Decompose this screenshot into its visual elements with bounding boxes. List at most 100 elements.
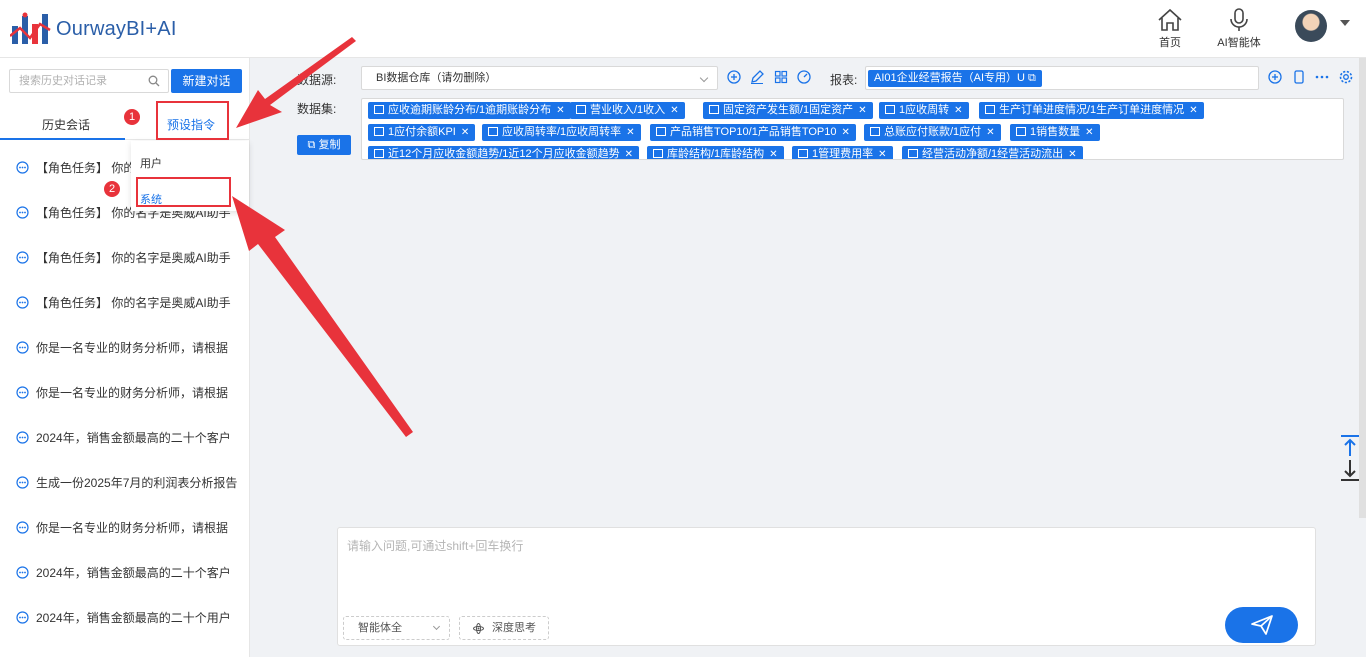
logo[interactable]: OurwayBI+AI [9, 12, 177, 46]
dataset-tag[interactable]: 营业收入/1收入 ✕ [570, 102, 685, 119]
list-item[interactable]: 你是一名专业的财务分析师，请根据 [16, 382, 242, 402]
avatar[interactable] [1295, 10, 1327, 42]
new-chat-button[interactable]: 新建对话 [171, 69, 242, 93]
add-circle-icon[interactable] [1268, 70, 1282, 84]
close-icon[interactable]: ✕ [670, 105, 678, 116]
agent-select[interactable]: 智能体全 [343, 616, 450, 640]
kpi-icon [576, 105, 586, 114]
microphone-icon [1230, 8, 1248, 31]
list-item[interactable]: 你是一名专业的财务分析师，请根据 [16, 517, 242, 537]
send-button[interactable] [1225, 607, 1298, 643]
report-tag[interactable]: AI01企业经营报告（AI专用）U ⧉ [868, 70, 1042, 87]
dataset-tag-text: 总账应付账款/1应付 [884, 126, 982, 138]
list-item[interactable]: 2024年，销售金额最高的二十个用户 [16, 607, 242, 627]
report-label: 报表: [830, 73, 858, 87]
close-icon[interactable]: ✕ [461, 127, 469, 138]
close-icon[interactable]: ✕ [986, 127, 994, 138]
close-icon[interactable]: ✕ [878, 149, 886, 159]
dataset-tag[interactable]: 近12个月应收金额趋势/1近12个月应收金额趋势 ✕ [368, 146, 640, 160]
dataset-tag[interactable]: 应收逾期账龄分布/1逾期账龄分布 ✕ [368, 102, 571, 119]
report-select[interactable]: AI01企业经营报告（AI专用）U ⧉ [865, 66, 1259, 90]
datasource-value: BI数据仓库（请勿删除） [376, 72, 497, 84]
page-scrollbar[interactable] [1359, 58, 1366, 518]
nav-home[interactable]: 首页 [1140, 8, 1200, 50]
logo-icon [9, 12, 52, 46]
close-icon[interactable]: ✕ [1189, 105, 1197, 116]
dataset-tag[interactable]: 总账应付账款/1应付 ✕ [864, 124, 1001, 141]
close-icon[interactable]: ✕ [626, 127, 634, 138]
send-icon [1251, 615, 1273, 635]
close-icon[interactable]: ✕ [1085, 127, 1093, 138]
dataset-tag-text: 库龄结构/1库龄结构 [667, 148, 765, 160]
dataset-tag[interactable]: 1应付余额KPI ✕ [368, 124, 476, 141]
dataset-tag[interactable]: 固定资产发生额/1固定资产 ✕ [703, 102, 873, 119]
dataset-tag-text: 1应收周转 [899, 104, 950, 116]
close-icon[interactable]: ✕ [625, 149, 633, 159]
chat-bubble-icon [16, 250, 29, 264]
more-icon[interactable] [1314, 70, 1330, 84]
search-input[interactable] [10, 70, 140, 92]
kpi-icon [1016, 127, 1026, 136]
close-icon[interactable]: ✕ [769, 149, 777, 159]
close-icon[interactable]: ✕ [556, 105, 564, 116]
kpi-icon [908, 149, 918, 158]
sidebar: 新建对话 历史会话 预设指令 用户 系统 【角色任务】 你的名字是奥威AI助手 … [0, 58, 250, 657]
gauge-icon[interactable] [797, 70, 811, 84]
dataset-tag[interactable]: 应收周转率/1应收周转率 ✕ [482, 124, 641, 141]
list-item[interactable]: 2024年，销售金额最高的二十个客户 [16, 562, 242, 582]
dataset-tag[interactable]: 经营活动净额/1经营活动流出 ✕ [902, 146, 1083, 159]
dataset-tag[interactable]: 1销售数量 ✕ [1010, 124, 1100, 141]
card-icon [709, 105, 719, 114]
mobile-icon[interactable] [1293, 70, 1305, 84]
history-text: 【角色任务】 你的名字是奥威AI助手 [36, 295, 231, 310]
dataset-tag[interactable]: 1应收周转 ✕ [879, 102, 969, 119]
deep-think-button[interactable]: 深度思考 [459, 616, 549, 640]
list-item[interactable]: 2024年，销售金额最高的二十个客户 [16, 427, 242, 447]
dataset-tag-text: 生产订单进度情况/1生产订单进度情况 [999, 104, 1185, 116]
annotation-box-preset [156, 101, 229, 140]
dataset-tag[interactable]: 产品销售TOP10/1产品销售TOP10 ✕ [650, 124, 856, 141]
dataset-tag-text: 应收逾期账龄分布/1逾期账龄分布 [388, 104, 552, 116]
list-item[interactable]: 【角色任务】 你的名字是奥威AI助手 [16, 247, 242, 267]
chat-bubble-icon [16, 610, 29, 624]
history-text: 2024年，销售金额最高的二十个客户 [36, 430, 231, 445]
ai-agent-label: AI智能体 [1217, 37, 1261, 49]
close-icon[interactable]: ✕ [1068, 149, 1076, 159]
dataset-tag[interactable]: 库龄结构/1库龄结构 ✕ [647, 146, 784, 160]
datasource-select[interactable]: BI数据仓库（请勿删除） [361, 66, 718, 90]
copy-icon: ⧉ [307, 139, 319, 151]
chat-bubble-icon [16, 430, 29, 444]
copy-button[interactable]: ⧉ 复制 [297, 135, 351, 155]
history-text: 【角色任务】 你的名字是奥威AI助手 [36, 250, 231, 265]
dataset-tag-text: 近12个月应收金额趋势/1近12个月应收金额趋势 [388, 148, 620, 160]
dataset-tag-text: 1应付余额KPI [388, 126, 456, 138]
history-text: 你是一名专业的财务分析师，请根据 [36, 385, 229, 400]
chat-bubble-icon [16, 295, 29, 309]
chevron-down-icon [432, 622, 441, 631]
close-icon[interactable]: ✕ [841, 127, 849, 138]
gear-icon[interactable] [1339, 70, 1353, 84]
menu-item-user[interactable]: 用户 [140, 155, 162, 171]
nav-ai-agent[interactable]: AI智能体 [1209, 8, 1269, 50]
grid-icon[interactable] [774, 70, 788, 84]
chevron-down-icon[interactable] [1340, 20, 1350, 26]
list-item[interactable]: 你是一名专业的财务分析师，请根据 [16, 337, 242, 357]
history-text: 你是一名专业的财务分析师，请根据 [36, 520, 229, 535]
add-circle-icon[interactable] [727, 70, 741, 84]
dataset-tag[interactable]: 生产订单进度情况/1生产订单进度情况 ✕ [979, 102, 1204, 119]
dataset-tag-box[interactable]: 应收逾期账龄分布/1逾期账龄分布 ✕ 营业收入/1收入 ✕ 固定资产发生额/1固定资… [361, 98, 1344, 160]
close-icon[interactable]: ✕ [954, 105, 962, 116]
search-icon[interactable] [148, 75, 160, 87]
dataset-tag[interactable]: 1管理费用率 ✕ [792, 146, 893, 159]
home-label: 首页 [1159, 37, 1181, 49]
report-tag-text: AI01企业经营报告（AI专用）U [874, 72, 1025, 84]
tab-history[interactable]: 历史会话 [42, 116, 90, 133]
kpi-icon [885, 105, 895, 114]
close-icon[interactable]: ✕ [858, 105, 866, 116]
list-item[interactable]: 生成一份2025年7月的利润表分析报告 [16, 472, 242, 492]
tab-active-indicator [0, 138, 125, 140]
card-icon [488, 127, 498, 136]
question-input[interactable] [347, 537, 1247, 597]
edit-icon[interactable] [750, 70, 764, 84]
list-item[interactable]: 【角色任务】 你的名字是奥威AI助手 [16, 292, 242, 312]
